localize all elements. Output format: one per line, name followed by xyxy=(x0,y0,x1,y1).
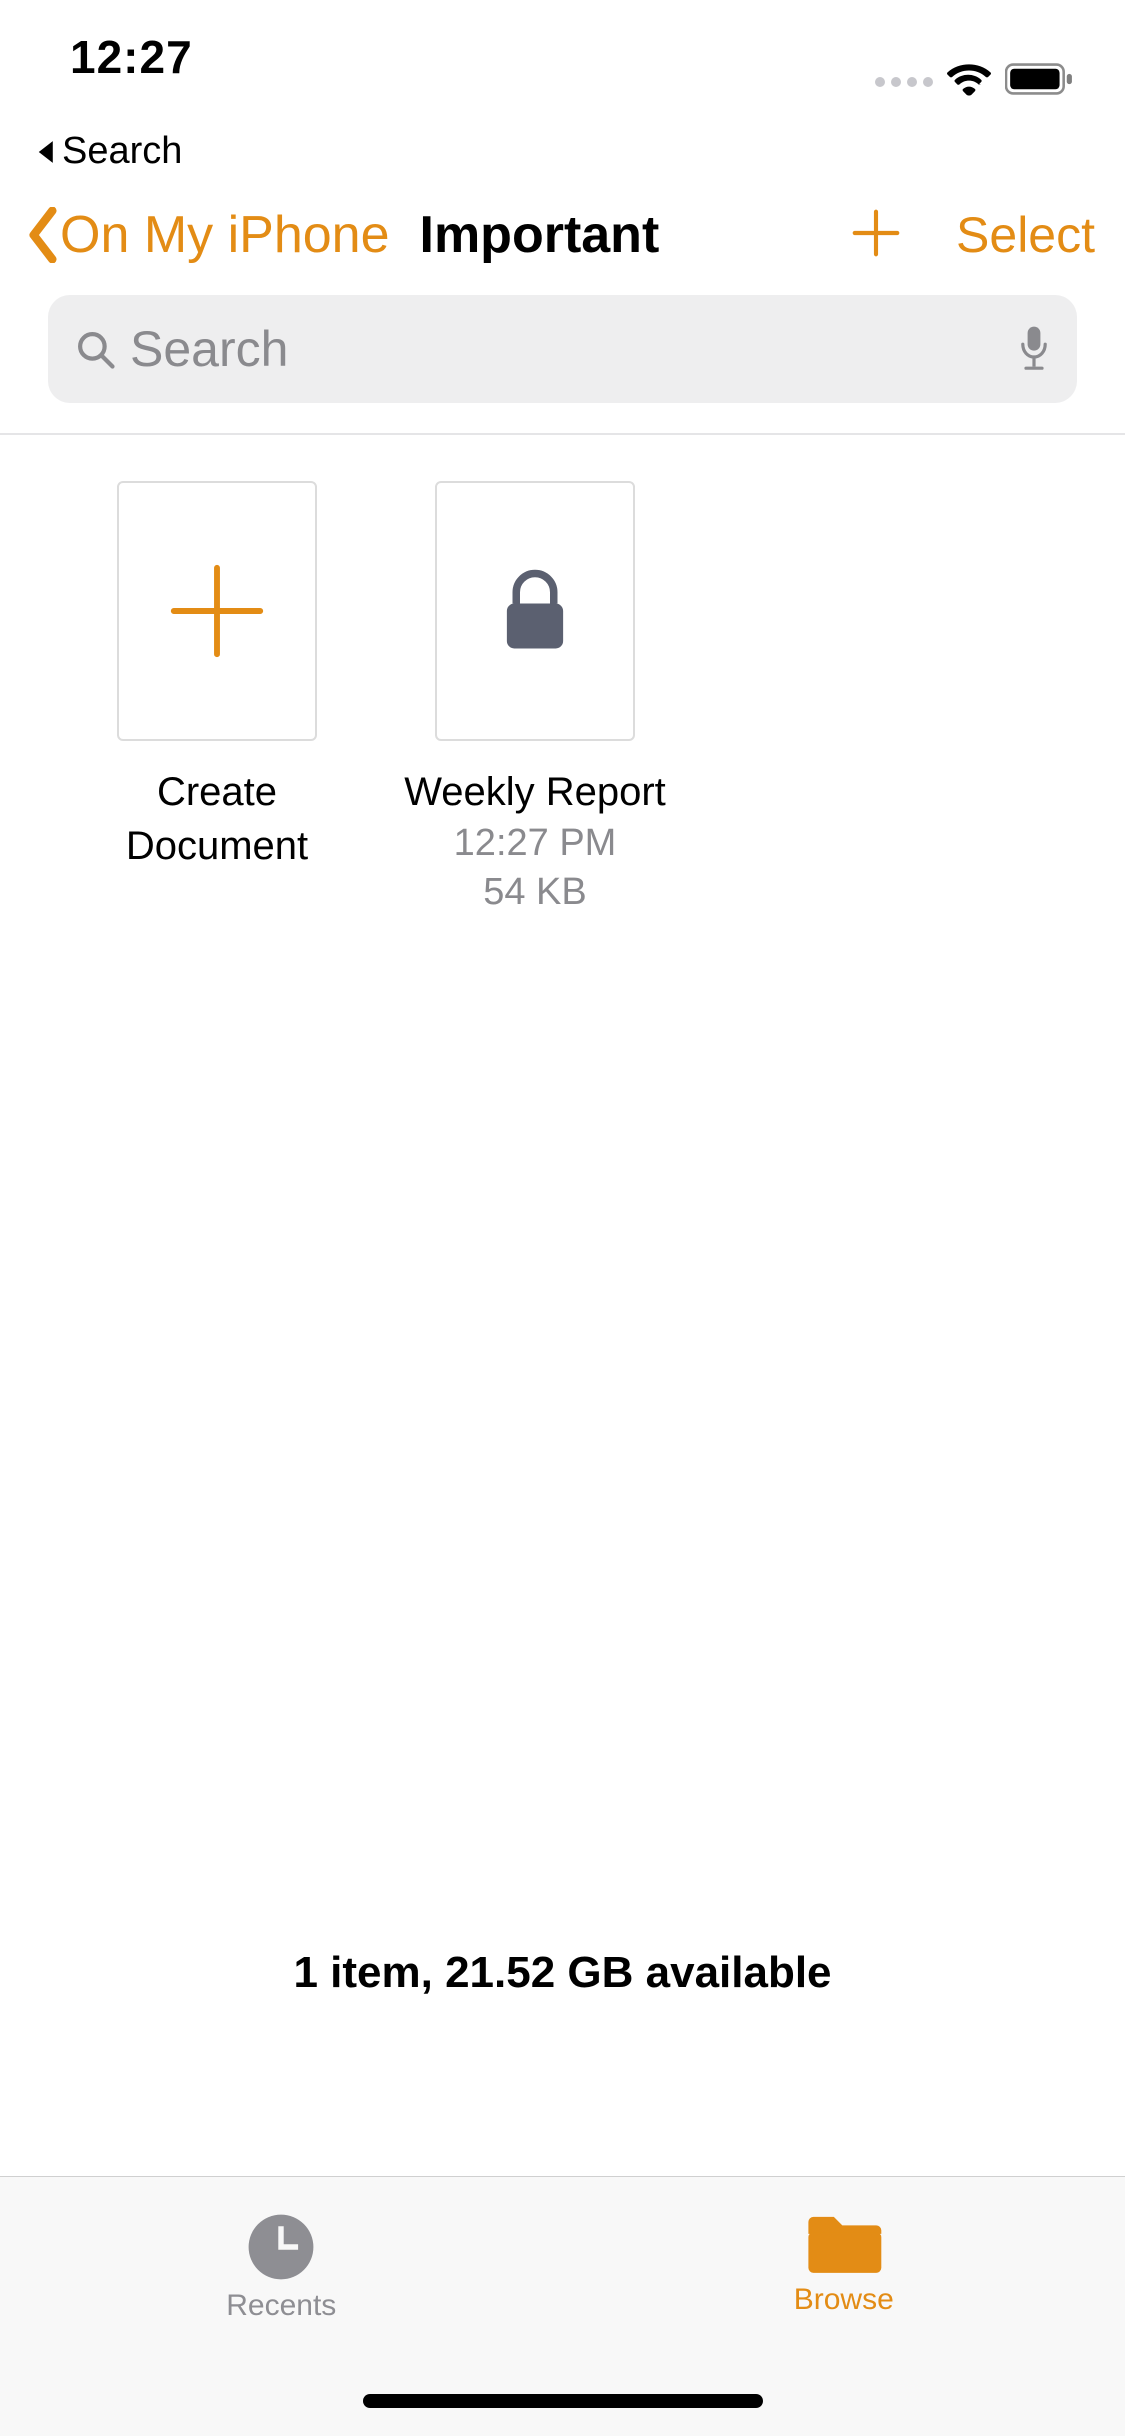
status-indicators xyxy=(875,62,1075,101)
battery-icon xyxy=(1005,63,1075,100)
file-thumb xyxy=(435,481,635,741)
status-bar: 12:27 xyxy=(0,0,1125,130)
back-to-search-label: Search xyxy=(62,130,182,173)
back-button[interactable]: On My iPhone xyxy=(26,205,390,265)
home-indicator[interactable] xyxy=(363,2394,763,2408)
wifi-icon xyxy=(947,62,991,101)
file-name: Weekly Report xyxy=(404,765,666,819)
clock-icon xyxy=(245,2211,317,2283)
back-button-label: On My iPhone xyxy=(60,205,390,265)
file-tile[interactable]: Weekly Report 12:27 PM 54 KB xyxy=(400,481,670,918)
select-button[interactable]: Select xyxy=(956,206,1095,264)
microphone-icon[interactable] xyxy=(1017,325,1051,373)
search-placeholder: Search xyxy=(130,320,1003,378)
file-time: 12:27 PM xyxy=(454,819,617,868)
lock-icon xyxy=(496,566,574,656)
search-input[interactable]: Search xyxy=(48,295,1077,403)
create-document-thumb xyxy=(117,481,317,741)
plus-icon xyxy=(850,207,902,259)
tab-browse-label: Browse xyxy=(794,2283,894,2317)
cellular-dots-icon xyxy=(875,77,933,87)
create-document-label: Create Document xyxy=(82,765,352,873)
status-time: 12:27 xyxy=(70,30,193,84)
chevron-left-icon xyxy=(26,207,60,263)
file-size: 54 KB xyxy=(483,868,587,917)
back-triangle-icon xyxy=(34,138,56,166)
plus-icon xyxy=(162,556,272,666)
search-icon xyxy=(74,328,116,370)
folder-header: On My iPhone Important Select xyxy=(0,177,1125,275)
add-button[interactable] xyxy=(850,207,902,264)
file-grid: Create Document Weekly Report 12:27 PM 5… xyxy=(0,433,1125,964)
back-to-search[interactable]: Search xyxy=(0,130,1125,177)
folder-icon xyxy=(805,2211,883,2277)
footer-status: 1 item, 21.52 GB available xyxy=(0,1948,1125,1998)
tab-recents-label: Recents xyxy=(226,2289,336,2323)
create-document-tile[interactable]: Create Document xyxy=(82,481,352,918)
page-title: Important xyxy=(420,205,660,265)
